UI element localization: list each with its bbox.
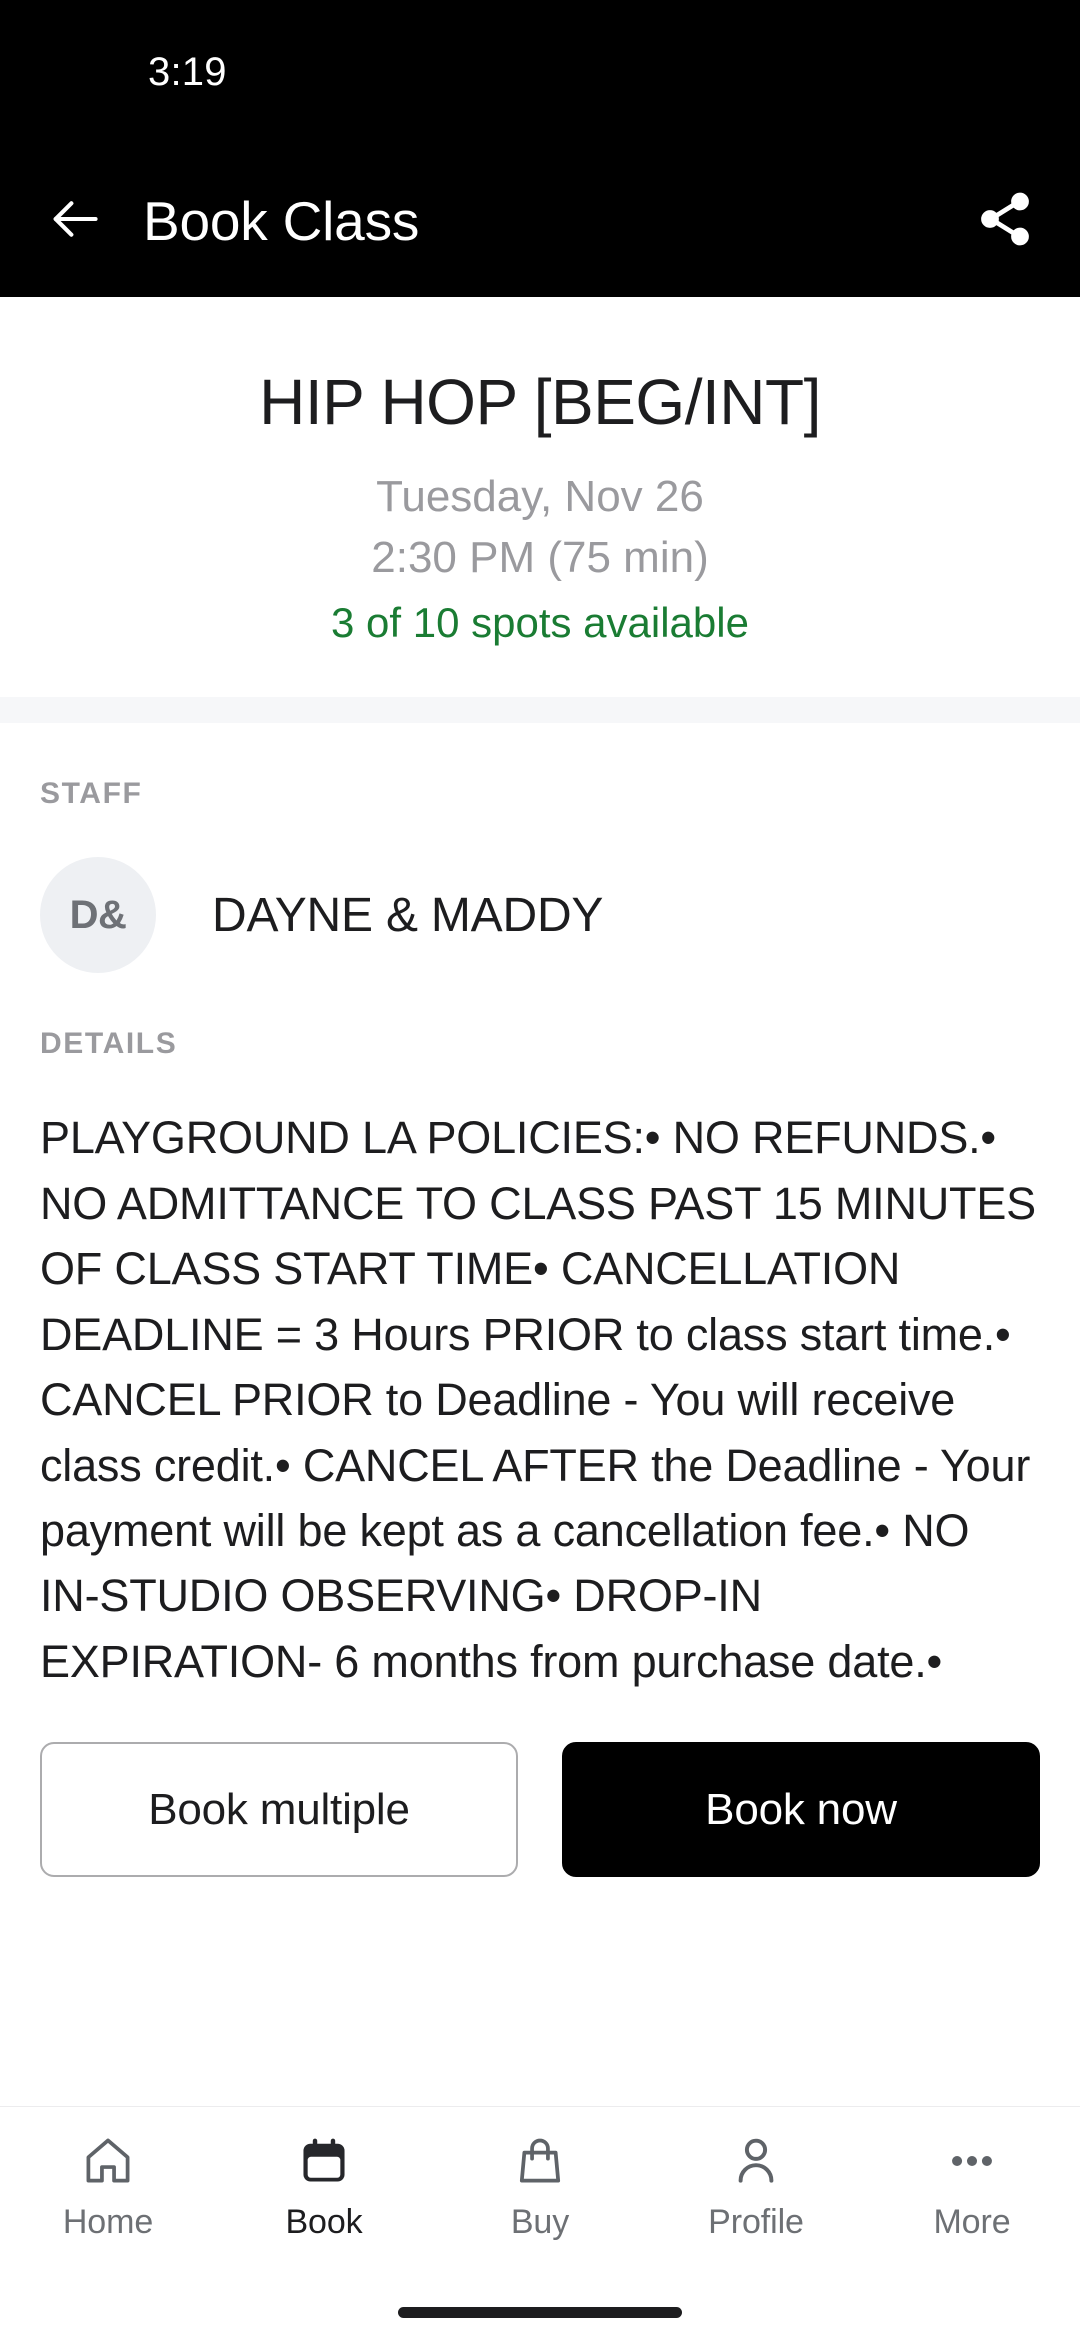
nav-label-buy: Buy (510, 2203, 570, 2241)
nav-item-book[interactable]: Book (216, 2129, 432, 2242)
bottom-navigation: Home Book Buy Profile More (0, 2106, 1080, 2284)
staff-row[interactable]: D& DAYNE & MADDY (40, 857, 1040, 974)
share-button[interactable] (972, 188, 1038, 254)
status-bar-clock: 3:19 (148, 50, 227, 94)
avatar-initials: D& (69, 892, 127, 937)
class-availability: 3 of 10 spots available (331, 598, 749, 646)
status-bar: 3:19 (0, 0, 1080, 145)
details-body-text: PLAYGROUND LA POLICIES:• NO REFUNDS.• NO… (40, 1112, 1036, 1687)
nav-item-home[interactable]: Home (0, 2129, 216, 2242)
calendar-icon (296, 2129, 352, 2193)
avatar: D& (40, 857, 156, 974)
home-indicator-area (0, 2284, 1080, 2340)
nav-label-more: More (933, 2203, 1011, 2241)
nav-item-profile[interactable]: Profile (648, 2129, 864, 2242)
action-buttons: Book multiple Book now (0, 1694, 1080, 1878)
share-icon (975, 189, 1035, 254)
arrow-left-icon (46, 190, 104, 253)
staff-section: STAFF D& DAYNE & MADDY DETAILS PLAYGROUN… (0, 723, 1080, 1694)
details-section-label: DETAILS (40, 1027, 178, 1061)
scroll-content: HIP HOP [BEG/INT] Tuesday, Nov 26 2:30 P… (0, 297, 1080, 2106)
book-now-button[interactable]: Book now (562, 1742, 1040, 1878)
phone-screen: 3:19 Book Class HIP HOP [BEG/INT] Tuesda… (0, 0, 1080, 2340)
nav-item-more[interactable]: More (864, 2129, 1080, 2242)
app-bar: Book Class (0, 145, 1080, 297)
nav-label-book: Book (285, 2203, 363, 2241)
staff-section-label: STAFF (40, 777, 143, 811)
book-multiple-button[interactable]: Book multiple (40, 1742, 518, 1878)
back-button[interactable] (44, 190, 106, 252)
nav-item-buy[interactable]: Buy (432, 2129, 648, 2242)
shopping-bag-icon (512, 2129, 568, 2193)
content-filler (0, 1877, 1080, 2106)
nav-label-profile: Profile (708, 2203, 804, 2241)
page-title: Book Class (143, 190, 420, 252)
class-summary: HIP HOP [BEG/INT] Tuesday, Nov 26 2:30 P… (0, 297, 1080, 698)
class-title: HIP HOP [BEG/INT] (259, 366, 821, 438)
class-date: Tuesday, Nov 26 (376, 471, 704, 521)
staff-name: DAYNE & MADDY (212, 888, 604, 942)
class-time: 2:30 PM (75 min) (371, 532, 709, 582)
ellipsis-icon (944, 2129, 1000, 2193)
nav-label-home: Home (62, 2203, 154, 2241)
person-icon (728, 2129, 784, 2193)
section-divider (0, 697, 1080, 724)
home-icon (80, 2129, 136, 2193)
home-indicator[interactable] (398, 2306, 682, 2318)
